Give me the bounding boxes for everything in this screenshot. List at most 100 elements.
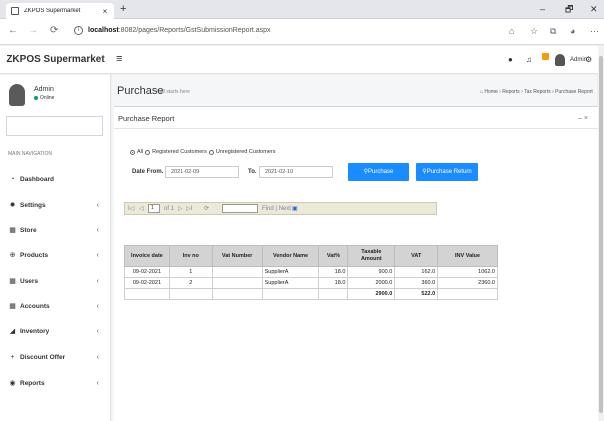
header-avatar[interactable] [555, 54, 565, 66]
bell-icon[interactable]: ♫ [526, 55, 532, 65]
radio-unregistered[interactable] [208, 149, 214, 155]
chevron-left-icon: ‹ [96, 201, 99, 209]
customer-filter: All Registered Customers Unregistered Cu… [128, 148, 275, 156]
chevron-left-icon: ‹ [96, 327, 99, 335]
online-status-icon [34, 95, 38, 100]
profile-icon[interactable]: ◕ [570, 25, 575, 37]
browser-tab-bar: ZKPOS Supermarket × + – 🗗 ✕ [0, 0, 604, 19]
reload-icon[interactable]: ⟳ [50, 25, 58, 37]
totals-row: 2900.0 522.0 [124, 288, 498, 300]
back-icon[interactable]: ← [8, 25, 18, 37]
page-count: of 1 [164, 206, 175, 212]
box-header [114, 107, 599, 129]
tab-close-button[interactable]: × [101, 7, 109, 16]
user-avatar [9, 84, 25, 106]
chevron-left-icon: ‹ [96, 302, 99, 310]
user-name: Admin [34, 86, 54, 93]
date-from-label: Date From. [132, 169, 164, 175]
table-header-row: Invoice date Inv no Vat Number Vendor Na… [124, 245, 498, 267]
users-icon: ▦ [9, 278, 16, 285]
col-inv-value: INV Value [437, 245, 498, 267]
chevron-left-icon: ‹ [96, 251, 99, 259]
sidebar-item-inventory[interactable]: ◢ Inventory ‹ [0, 324, 111, 338]
forward-icon[interactable]: → [28, 25, 38, 37]
last-page-button[interactable]: ▷I [186, 205, 192, 213]
sidebar-item-users[interactable]: ▦ Users ‹ [0, 274, 111, 288]
purchase-report-table: Invoice date Inv no Vat Number Vendor Na… [124, 245, 498, 300]
more-icon[interactable]: ⋯ [590, 25, 599, 37]
url-field[interactable]: localhost:8082/pages/Reports/GstSubmissi… [88, 26, 270, 36]
find-next-link[interactable]: Find | Next [262, 205, 291, 213]
sidebar-item-dashboard[interactable]: ◔ Dashboard [0, 172, 111, 186]
app-header: ZKPOS Supermarket ≡ ● ♫ ⚙ [0, 46, 604, 74]
reports-icon: ◉ [9, 380, 16, 387]
page-number-input[interactable]: 1 [148, 204, 160, 213]
next-page-button[interactable]: ▷ [178, 205, 183, 213]
table-row: 09-02-2021 2 SupplierA 18.0 2000.0 360.0… [124, 277, 498, 289]
refresh-icon[interactable]: ⟳ [204, 205, 209, 213]
sidebar-item-discount-offer[interactable]: + Discount Offer ‹ [0, 350, 111, 364]
scrollbar-thumb[interactable] [599, 56, 603, 413]
notification-badge [542, 53, 549, 60]
chevron-left-icon: ‹ [96, 379, 99, 387]
col-invoice-date: Invoice date [124, 245, 170, 267]
page-subtitle: it all starts here [156, 89, 190, 95]
inventory-icon: ◢ [9, 328, 16, 335]
tab-title: ZKPOS Supermarket [24, 8, 81, 14]
purchase-return-button[interactable]: ⚲Purchase Return [416, 163, 478, 181]
restore-button[interactable]: 🗗 [565, 3, 573, 15]
breadcrumb[interactable]: ⌂ Home › Reports › Tax Reports › Purchas… [480, 89, 593, 96]
purchase-button[interactable]: ⚲Purchase [348, 163, 409, 181]
address-bar: ← → ⟳ i localhost:8082/pages/Reports/Gst… [0, 19, 604, 45]
minimize-button[interactable]: – [540, 3, 545, 15]
export-icon[interactable]: ▣ [292, 205, 298, 213]
accounts-icon: ▦ [9, 303, 16, 310]
table-row: 09-02-2021 1 SupplierA 18.0 900.0 162.0 … [124, 266, 498, 278]
total-taxable: 2900.0 [347, 288, 396, 300]
find-input[interactable] [222, 204, 258, 213]
header-user-name[interactable]: Admin [570, 56, 587, 64]
col-vat-percent: Vat% [318, 245, 349, 267]
collections-icon[interactable]: ⧉ [550, 25, 556, 37]
info-circle-icon[interactable]: ● [508, 55, 513, 65]
browser-tab[interactable]: ZKPOS Supermarket × [6, 3, 114, 19]
hamburger-menu-icon[interactable]: ≡ [116, 53, 122, 65]
products-icon: ⊕ [9, 252, 16, 259]
chevron-left-icon: ‹ [96, 226, 99, 234]
col-inv-no: Inv no [168, 245, 213, 267]
close-window-button[interactable]: ✕ [590, 3, 598, 15]
new-tab-button[interactable]: + [120, 3, 126, 15]
first-page-button[interactable]: I◁ [128, 205, 134, 213]
date-to-input[interactable]: 2021-02-10 [259, 166, 333, 178]
nav-header: MAIN NAVIGATION [8, 151, 52, 157]
sidebar-search-input[interactable] [6, 116, 103, 136]
col-vat: VAT [394, 245, 439, 267]
translate-icon[interactable]: ⌂ [509, 25, 514, 37]
page-icon [11, 7, 19, 15]
col-vat-number: Vat Number [211, 245, 263, 267]
radio-all[interactable] [130, 149, 135, 155]
sidebar-item-reports[interactable]: ◉ Reports ‹ [0, 376, 111, 390]
plus-icon: + [10, 353, 15, 361]
brand-logo[interactable]: ZKPOS Supermarket [0, 46, 111, 74]
settings-icon: ✹ [9, 202, 16, 209]
date-to-label: To. [248, 169, 257, 175]
sidebar-item-accounts[interactable]: ▦ Accounts ‹ [0, 299, 111, 313]
col-vendor-name: Vendor Name [261, 245, 320, 267]
dashboard-icon: ◔ [10, 175, 15, 183]
sidebar: Admin Online MAIN NAVIGATION ◔ Dashboard… [0, 75, 111, 421]
prev-page-button[interactable]: ◁ [139, 205, 144, 213]
sidebar-item-products[interactable]: ⊕ Products ‹ [0, 248, 111, 262]
sidebar-item-store[interactable]: ▦ Store ‹ [0, 223, 111, 237]
info-icon[interactable]: i [74, 26, 83, 35]
box-title: Purchase Report [118, 114, 175, 123]
radio-registered[interactable] [145, 149, 151, 155]
sidebar-item-settings[interactable]: ✹ Settings ‹ [0, 198, 111, 212]
store-icon: ▦ [9, 227, 16, 234]
user-status: Online [34, 95, 54, 102]
favorite-star-icon[interactable]: ☆ [530, 25, 538, 37]
chevron-left-icon: ‹ [96, 277, 99, 285]
date-from-input[interactable]: 2021-02-09 [165, 166, 239, 178]
box-tools[interactable]: – × [578, 114, 588, 123]
col-taxable-amount: Taxable Amount [347, 245, 396, 267]
